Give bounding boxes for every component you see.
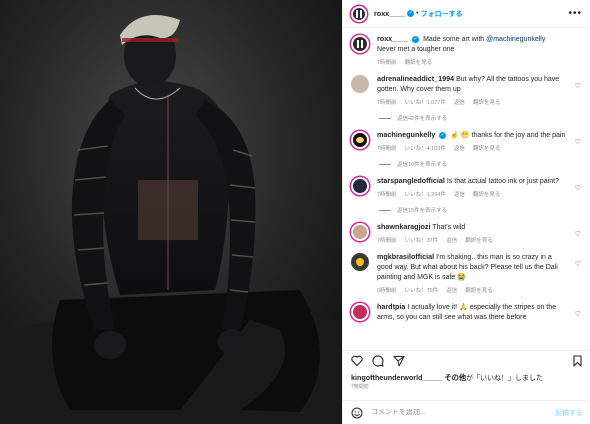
post-header: roxx____ ✓ • フォローする ••• <box>343 0 590 28</box>
pause-icon <box>357 40 359 48</box>
face-icon <box>356 137 364 143</box>
action-bar <box>343 350 590 370</box>
follow-button[interactable]: フォローする <box>421 9 463 19</box>
comment-item: shawnkaragjozi That's wild 7時間前 いいね！37件 返信… <box>351 222 581 246</box>
post-photo[interactable] <box>0 0 342 424</box>
comment-username[interactable]: machinegunkelly <box>377 130 435 139</box>
comment-time[interactable]: 7時間前 <box>377 146 397 152</box>
comment-username[interactable]: mgkbrasilofficial <box>377 252 434 261</box>
add-comment-bar: 投稿する <box>343 400 590 424</box>
comment-reply-button[interactable]: 返信 <box>454 100 465 106</box>
comment-text: ☝️ 😁 thanks for the joy and the pain <box>450 132 566 139</box>
heart-icon[interactable]: ♡ <box>575 138 581 146</box>
comment-item: starspangledofficial Is that actual tatt… <box>351 176 581 200</box>
post-comment-button[interactable]: 投稿する <box>555 408 583 418</box>
heart-icon[interactable]: ♡ <box>575 310 581 318</box>
comments-list[interactable]: roxx____ ✓ Made some art with @machinegu… <box>343 28 590 350</box>
photo-figure-illustration <box>0 0 342 424</box>
comment-likes[interactable]: いいね！1,294件 <box>405 192 446 198</box>
heart-icon[interactable]: ♡ <box>575 230 581 238</box>
comment-translate[interactable]: 翻訳を見る <box>465 238 493 244</box>
caption-translate[interactable]: 翻訳を見る <box>405 60 433 66</box>
comment-translate[interactable]: 翻訳を見る <box>473 146 501 152</box>
comment-item: hardtpia I actually love it! 🙏 especiall… <box>351 302 581 323</box>
verified-badge-icon: ✓ <box>412 35 420 43</box>
share-icon[interactable] <box>393 355 405 367</box>
caption: roxx____ ✓ Made some art with @machinegu… <box>351 34 581 68</box>
comment-username[interactable]: adrenalineaddict_1994 <box>377 74 454 83</box>
heart-icon[interactable] <box>351 355 363 366</box>
post-dialog: roxx____ ✓ • フォローする ••• roxx____ ✓ Made … <box>0 0 590 424</box>
liked-suffix: が「いいね！」しました <box>466 375 544 382</box>
comment-text: Is that actual tattoo ink or just paint? <box>446 178 559 185</box>
post-side-panel: roxx____ ✓ • フォローする ••• roxx____ ✓ Made … <box>342 0 590 424</box>
comment-time[interactable]: 7時間前 <box>377 238 397 244</box>
separator: • <box>416 10 419 17</box>
avatar[interactable] <box>351 75 369 93</box>
comment-time[interactable]: 6時間前 <box>377 288 397 294</box>
avatar[interactable] <box>351 5 367 22</box>
comment-item: adrenalineaddict_1994 But why? All the t… <box>351 74 581 108</box>
avatar[interactable] <box>351 303 369 321</box>
comment-item: machinegunkelly ✓ ☝️ 😁 thanks for the jo… <box>351 130 581 154</box>
comment-translate[interactable]: 翻訳を見る <box>473 192 501 198</box>
comment-time[interactable]: 7時間前 <box>377 100 397 106</box>
view-replies[interactable]: 返信42件を表示する <box>379 114 581 122</box>
comment-text: That's wild <box>432 224 466 231</box>
comment-item: mgkbrasilofficial I'm shaking.. this man… <box>351 252 581 296</box>
comment-reply-button[interactable]: 返信 <box>446 238 457 244</box>
heart-icon[interactable]: ♡ <box>575 82 581 90</box>
comment-icon[interactable] <box>372 354 384 367</box>
pause-icon <box>356 9 358 18</box>
verified-badge-icon: ✓ <box>439 131 447 139</box>
caption-text: Made some art with <box>423 36 487 43</box>
heart-icon[interactable]: ♡ <box>575 184 581 192</box>
comment-reply-button[interactable]: 返信 <box>454 146 465 152</box>
emoji-icon[interactable] <box>351 407 363 419</box>
verified-badge-icon: ✓ <box>407 10 415 17</box>
comment-likes[interactable]: いいね！75件 <box>405 288 439 294</box>
heart-icon[interactable]: ♡ <box>575 260 581 268</box>
comment-username[interactable]: shawnkaragjozi <box>377 222 431 231</box>
comment-likes[interactable]: いいね！4,103件 <box>405 146 446 152</box>
liked-by-others[interactable]: その他 <box>442 373 466 382</box>
avatar[interactable] <box>351 253 369 271</box>
comment-translate[interactable]: 翻訳を見る <box>465 288 493 294</box>
comment-input[interactable] <box>371 409 555 416</box>
avatar[interactable] <box>351 131 369 149</box>
comment-reply-button[interactable]: 返信 <box>446 288 457 294</box>
view-replies[interactable]: 返信15件を表示する <box>379 206 581 214</box>
bookmark-icon[interactable] <box>572 354 583 367</box>
comment-reply-button[interactable]: 返信 <box>454 192 465 198</box>
liked-by: kingoftheunderworld_____ その他が「いいね！」しました <box>351 373 543 383</box>
caption-mention[interactable]: @machinegunkelly <box>486 36 545 43</box>
caption-username[interactable]: roxx____ <box>377 34 408 43</box>
liked-by-user[interactable]: kingoftheunderworld_____ <box>351 373 442 382</box>
post-date[interactable]: 7時間前 <box>351 383 369 390</box>
avatar[interactable] <box>351 35 369 53</box>
comment-likes[interactable]: いいね！1,077件 <box>405 100 446 106</box>
more-options-icon[interactable]: ••• <box>568 8 582 19</box>
caption-time[interactable]: 7時間前 <box>377 60 397 66</box>
comment-time[interactable]: 7時間前 <box>377 192 397 198</box>
comment-username[interactable]: hardtpia <box>377 302 405 311</box>
comment-username[interactable]: starspangledofficial <box>377 176 445 185</box>
caption-line2: Never met a tougher one <box>377 46 455 53</box>
comment-translate[interactable]: 翻訳を見る <box>473 100 501 106</box>
comment-likes[interactable]: いいね！37件 <box>405 238 439 244</box>
view-replies[interactable]: 返信10件を表示する <box>379 160 581 168</box>
post-username[interactable]: roxx____ <box>374 9 405 18</box>
avatar[interactable] <box>351 177 369 195</box>
avatar[interactable] <box>351 223 369 241</box>
